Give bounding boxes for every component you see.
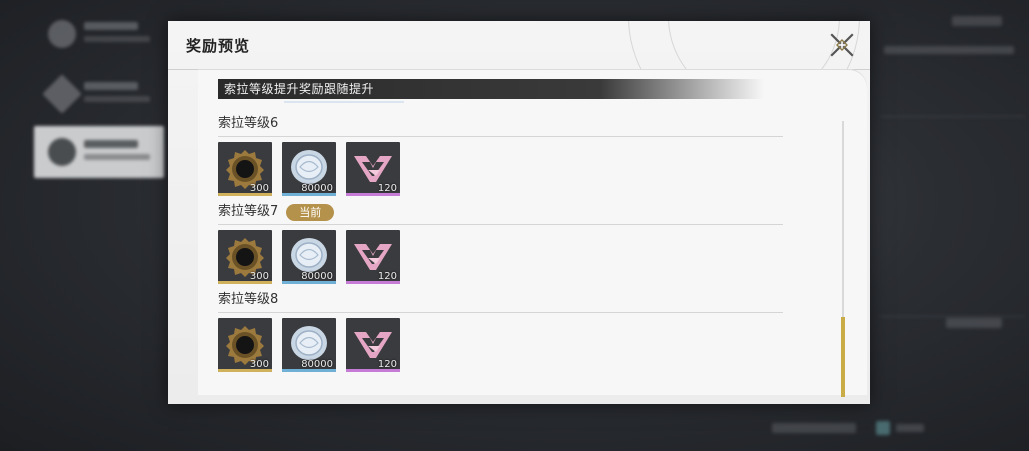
current-level-badge: 当前 <box>286 203 335 221</box>
scrollbar-thumb[interactable] <box>841 317 845 397</box>
reward-items: 300 80000 120 <box>218 318 783 372</box>
rarity-bar <box>218 193 272 196</box>
reward-item[interactable]: 120 <box>346 318 400 372</box>
background-menu-item <box>34 8 164 60</box>
decorative-circle <box>668 21 840 69</box>
level-divider <box>218 224 783 225</box>
reward-preview-dialog: 奖励预览 索拉等级提升奖励跟随提升 索拉等级6 300 80000 120 索拉… <box>168 21 870 404</box>
reward-item[interactable]: 300 <box>218 142 272 196</box>
background-menu-item-active <box>34 126 164 178</box>
background-right-panel <box>874 0 1029 451</box>
reward-items: 300 80000 120 <box>218 230 783 284</box>
level-label: 索拉等级6 <box>218 116 279 131</box>
reward-list-panel[interactable]: 索拉等级提升奖励跟随提升 索拉等级6 300 80000 120 索拉等级7 当… <box>198 69 867 397</box>
rarity-bar <box>346 369 400 372</box>
dialog-header: 奖励预览 <box>168 21 870 69</box>
level-divider <box>218 136 783 137</box>
dialog-title: 奖励预览 <box>186 37 251 55</box>
level-divider <box>218 312 783 313</box>
reward-item[interactable]: 120 <box>346 142 400 196</box>
reward-items: 300 80000 120 <box>218 142 783 196</box>
level-label: 索拉等级8 <box>218 292 279 307</box>
rarity-bar <box>346 281 400 284</box>
reward-item[interactable]: 300 <box>218 318 272 372</box>
level-row: 索拉等级8 300 80000 120 <box>218 290 783 372</box>
background-bottom-toggle <box>772 418 932 438</box>
rarity-bar <box>282 369 336 372</box>
reward-info-banner: 索拉等级提升奖励跟随提升 <box>218 79 764 99</box>
rarity-bar <box>282 193 336 196</box>
close-button[interactable] <box>826 29 858 61</box>
rarity-bar <box>282 281 336 284</box>
background-menu-item <box>34 68 164 120</box>
rarity-bar <box>218 281 272 284</box>
background-sidebar <box>0 0 170 451</box>
reward-item[interactable]: 120 <box>346 230 400 284</box>
rarity-bar <box>218 369 272 372</box>
reward-item[interactable]: 80000 <box>282 230 336 284</box>
reward-item[interactable]: 80000 <box>282 142 336 196</box>
level-row-current: 索拉等级7 当前 300 80000 120 <box>218 202 783 284</box>
rarity-bar <box>346 193 400 196</box>
level-row: 索拉等级6 300 80000 120 <box>218 114 783 196</box>
reward-item[interactable]: 80000 <box>282 318 336 372</box>
close-x-icon <box>830 33 854 57</box>
banner-accent-line <box>284 101 404 103</box>
level-label: 索拉等级7 <box>218 204 279 219</box>
reward-item[interactable]: 300 <box>218 230 272 284</box>
